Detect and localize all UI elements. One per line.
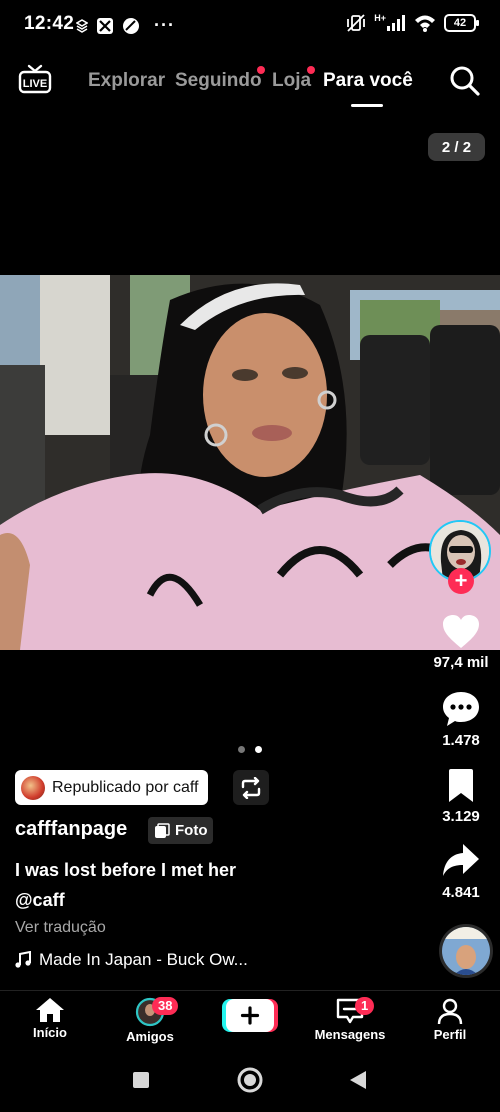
music-title: Made In Japan - Buck Ow... (39, 950, 248, 969)
create-button[interactable] (222, 999, 278, 1032)
like-count: 97,4 mil (433, 654, 489, 671)
nav-friends[interactable]: Amigos 38 (105, 997, 195, 1044)
share-button[interactable]: 4.841 (421, 842, 500, 901)
repost-info[interactable]: Republicado por caff (15, 770, 209, 805)
status-time: 12:42 (24, 13, 75, 34)
music-cover-image (442, 927, 490, 975)
svg-text:LIVE: LIVE (23, 78, 47, 90)
system-nav-bar (0, 1052, 500, 1112)
bottom-nav: Início Amigos 38 Mensagens 1 Perfil (0, 990, 500, 1053)
like-button[interactable]: 97,4 mil (421, 614, 500, 671)
nav-profile-label: Perfil (433, 1027, 467, 1042)
carousel-dot-2 (255, 746, 262, 753)
follow-button[interactable]: + (448, 568, 474, 594)
photo-icon (155, 822, 170, 838)
save-button[interactable]: 3.129 (421, 768, 500, 825)
battery-icon: 42 (444, 14, 479, 32)
music-info[interactable]: Made In Japan - Buck Ow... (15, 950, 248, 970)
active-tab-indicator (351, 104, 383, 107)
comment-icon (443, 692, 479, 726)
live-button[interactable]: LIVE (18, 64, 52, 94)
plus-icon: + (454, 568, 468, 593)
tab-explorar[interactable]: Explorar (88, 70, 165, 92)
post-username[interactable]: cafffanpage (15, 818, 127, 841)
search-button[interactable] (448, 64, 482, 98)
photo-page-counter: 2 / 2 (428, 133, 485, 161)
selfie-photo (0, 275, 500, 650)
tab-seguindo[interactable]: Seguindo (175, 70, 262, 92)
live-icon: LIVE (18, 64, 52, 94)
nav-friends-label: Amigos (126, 1029, 174, 1044)
share-arrow-icon (443, 844, 479, 876)
photo-type-label: Foto (175, 822, 208, 839)
profile-icon (437, 998, 463, 1025)
caption-text: I was lost before I met her (15, 860, 237, 880)
nav-home[interactable]: Início (5, 997, 95, 1040)
home-icon (36, 998, 64, 1022)
signal-icon (387, 15, 405, 31)
recents-icon[interactable] (131, 1070, 151, 1090)
tab-seguindo-dot (257, 66, 265, 74)
music-disc-button[interactable] (439, 924, 493, 978)
bookmark-icon (449, 769, 473, 802)
top-nav: LIVE Explorar Seguindo Loja Para você (0, 56, 500, 107)
nav-home-label: Início (33, 1025, 67, 1040)
search-icon (450, 66, 480, 96)
photo-type-badge: Foto (148, 817, 214, 844)
nav-profile[interactable]: Perfil (405, 997, 495, 1042)
music-note-icon (15, 951, 31, 968)
comment-count: 1.478 (442, 732, 480, 749)
repost-button[interactable] (233, 770, 269, 805)
more-notifications-icon: ··· (154, 15, 175, 35)
create-plus-icon (222, 999, 278, 1032)
status-bar: 12:42 ··· H+ 42 (0, 0, 500, 46)
capcut-icon (97, 17, 113, 34)
repost-icon (241, 776, 261, 799)
caption-mention[interactable]: @caff (15, 885, 355, 915)
inbox-badge: 1 (355, 997, 375, 1015)
friends-badge: 38 (152, 997, 179, 1015)
tab-loja-dot (307, 66, 315, 74)
repost-avatar (21, 775, 45, 800)
repost-label: Republicado por caff (52, 778, 199, 796)
carousel-indicator (238, 746, 262, 753)
home-circle-icon[interactable] (236, 1066, 264, 1094)
tab-loja[interactable]: Loja (272, 70, 311, 92)
back-icon[interactable] (348, 1069, 368, 1091)
app-circle-icon (123, 17, 139, 34)
network-type: H+ (374, 13, 386, 23)
tab-para-voce[interactable]: Para você (323, 70, 413, 92)
heart-icon (443, 615, 479, 648)
nav-inbox-label: Mensagens (314, 1027, 386, 1042)
wifi-icon (415, 15, 435, 32)
post-caption: I was lost before I met her @caff (15, 855, 355, 915)
post-photo[interactable] (0, 275, 500, 650)
vibrate-off-icon (347, 14, 366, 32)
stack-icon (76, 18, 88, 33)
see-translation-link[interactable]: Ver tradução (15, 919, 106, 937)
comment-button[interactable]: 1.478 (421, 690, 500, 749)
share-count: 4.841 (442, 884, 480, 901)
carousel-dot-1 (238, 746, 245, 753)
save-count: 3.129 (442, 808, 480, 825)
nav-inbox[interactable]: Mensagens 1 (305, 997, 395, 1042)
